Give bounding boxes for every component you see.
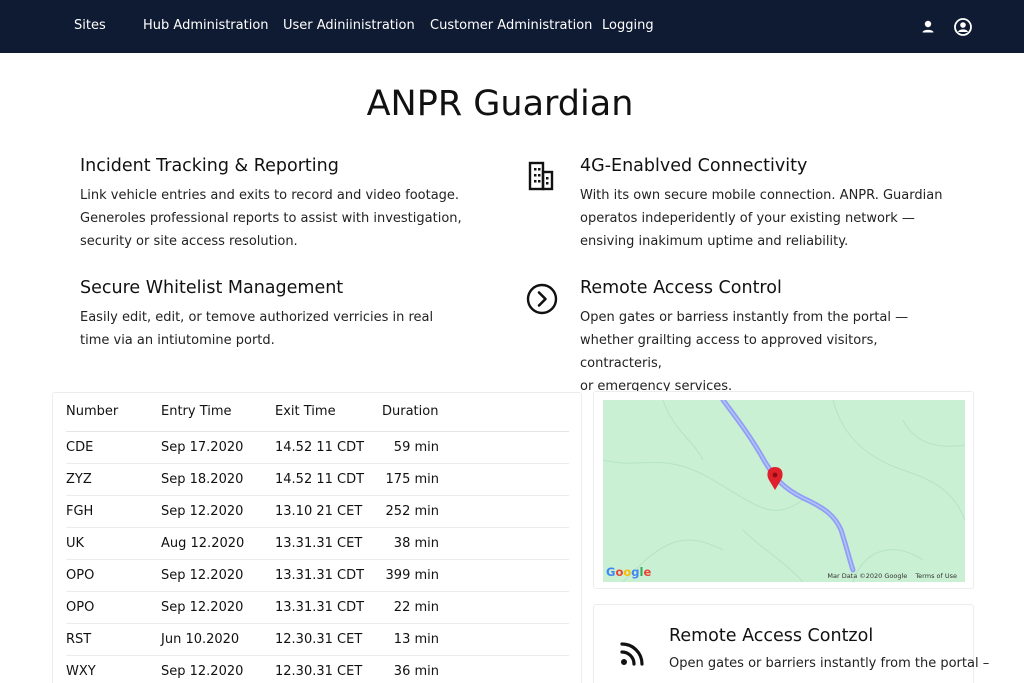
map-terms-link[interactable]: Terms of Use: [915, 572, 957, 580]
cell-number: ZYZ: [66, 472, 92, 487]
table-row[interactable]: CDE Sep 17.2020 14.52 11 CDT 59 min: [66, 432, 569, 464]
feature-remote-access: Remote Access Control Open gates or barr…: [580, 278, 960, 398]
cell-duration: 252 min: [385, 504, 439, 519]
table-row[interactable]: OPO Sep 12.2020 13.31.31 CDT 399 min: [66, 560, 569, 592]
feature-whitelist-management: Secure Whitelist Management Easily edit,…: [80, 278, 450, 352]
feature-line: operatos indeperidently of your existing…: [580, 211, 915, 226]
table-body: CDE Sep 17.2020 14.52 11 CDT 59 min ZYZ …: [66, 432, 569, 683]
cell-duration: 38 min: [393, 536, 439, 551]
column-header-exit-time[interactable]: Exit Time: [275, 404, 336, 419]
cell-entry-time: Sep 12.2020: [161, 568, 244, 583]
chevron-circle-icon: [526, 283, 558, 315]
table-row[interactable]: WXY Sep 12.2020 12.30.31 CET 36 min: [66, 656, 569, 683]
nav-user-administration[interactable]: User Adiniinistration: [283, 18, 415, 33]
cell-exit-time: 13.10 21 CET: [275, 504, 363, 519]
feature-incident-tracking: Incident Tracking & Reporting Link vehic…: [80, 156, 470, 253]
nav-logging[interactable]: Logging: [602, 18, 654, 33]
cell-entry-time: Sep 17.2020: [161, 440, 244, 455]
cell-exit-time: 14.52 11 CDT: [275, 472, 365, 487]
google-logo: Google: [606, 565, 652, 579]
column-header-entry-time[interactable]: Entry Time: [161, 404, 232, 419]
feature-line: security or site access resolution.: [80, 234, 298, 249]
table-row[interactable]: ZYZ Sep 18.2020 14.52 11 CDT 175 min: [66, 464, 569, 496]
cell-exit-time: 13.31.31 CET: [275, 536, 363, 551]
vehicle-log-card: Number Entry Time Exit Time Duration CDE…: [52, 392, 582, 683]
table-row[interactable]: OPO Sep 12.2020 13.31.31 CDT 22 min: [66, 592, 569, 624]
person-icon[interactable]: [918, 17, 938, 37]
cell-exit-time: 12.30.31 CET: [275, 632, 363, 647]
cell-number: WXY: [66, 664, 96, 679]
cell-number: UK: [66, 536, 85, 551]
cell-number: RST: [66, 632, 92, 647]
table-row[interactable]: FGH Sep 12.2020 13.10 21 CET 252 min: [66, 496, 569, 528]
cell-entry-time: Sep 18.2020: [161, 472, 244, 487]
table-row[interactable]: UK Aug 12.2020 13.31.31 CET 38 min: [66, 528, 569, 560]
feature-line: whether grailting access to approved vis…: [580, 333, 878, 371]
feature-line: Generoles professional reports to assist…: [80, 211, 462, 226]
cell-entry-time: Sep 12.2020: [161, 664, 244, 679]
cell-duration: 59 min: [393, 440, 439, 455]
cell-exit-time: 13.31.31 CDT: [275, 600, 365, 615]
cell-exit-time: 14.52 11 CDT: [275, 440, 365, 455]
feature-line: With its own secure mobile connection. A…: [580, 188, 943, 203]
map-card: Google Mar Data ©2020 Google Terms of Use: [593, 391, 974, 589]
feature-description: Link vehicle entries and exits to record…: [80, 184, 470, 253]
feature-line: ensiving inakimum uptime and reliability…: [580, 234, 849, 249]
cell-number: CDE: [66, 440, 94, 455]
nav-sites[interactable]: Sites: [74, 18, 106, 33]
feature-title: Secure Whitelist Management: [80, 278, 344, 298]
column-header-duration[interactable]: Duration: [382, 404, 445, 419]
cell-entry-time: Jun 10.2020: [161, 632, 240, 647]
table-header: Number Entry Time Exit Time Duration: [66, 393, 569, 432]
page-title: ANPR Guardian: [366, 84, 634, 124]
feature-description: Open gates or barriess instantly from th…: [580, 306, 960, 398]
cell-entry-time: Sep 12.2020: [161, 504, 244, 519]
nav-customer-administration[interactable]: Customer Administration: [430, 18, 592, 33]
feature-description: Easily edit, edit, or temove authorized …: [80, 306, 450, 352]
building-icon: [527, 161, 555, 191]
cell-duration: 36 min: [393, 664, 439, 679]
remote-access-card: Remote Access Contzol Open gates or barr…: [593, 604, 989, 683]
remote-card-text: Open gates or barriers instantly from th…: [669, 656, 990, 671]
feature-description: With its own secure mobile connection. A…: [580, 184, 960, 253]
feature-line: Link vehicle entries and exits to record…: [80, 188, 460, 203]
cell-number: FGH: [66, 504, 94, 519]
feature-4g-connectivity: 4G-Enablved Connectivity With its own se…: [580, 156, 960, 253]
vehicle-log-table: Number Entry Time Exit Time Duration CDE…: [66, 393, 569, 683]
column-header-number[interactable]: Number: [66, 404, 118, 419]
top-navbar: Sites Hub Administration User Adiniinist…: [0, 0, 1024, 53]
cell-duration: 399 min: [385, 568, 439, 583]
table-row[interactable]: RST Jun 10.2020 12.30.31 CET 13 min: [66, 624, 569, 656]
map-data-credit: Mar Data ©2020 Google: [827, 572, 908, 580]
account-circle-icon[interactable]: [953, 17, 973, 37]
nav-hub-administration[interactable]: Hub Administration: [143, 18, 269, 33]
cell-exit-time: 13.31.31 CDT: [275, 568, 365, 583]
map-attribution: Mar Data ©2020 Google Terms of Use: [819, 572, 957, 580]
rss-icon: [619, 639, 647, 667]
feature-title: Incident Tracking & Reporting: [80, 156, 339, 176]
feature-title: 4G-Enablved Connectivity: [580, 156, 808, 176]
cell-entry-time: Aug 12.2020: [161, 536, 245, 551]
cell-duration: 175 min: [385, 472, 439, 487]
remote-card-title: Remote Access Contzol: [669, 626, 874, 646]
feature-line: Easily edit, edit, or temove authorized …: [80, 310, 434, 325]
cell-duration: 13 min: [393, 632, 439, 647]
location-map[interactable]: Google Mar Data ©2020 Google Terms of Use: [603, 400, 965, 582]
cell-number: OPO: [66, 600, 95, 615]
cell-exit-time: 12.30.31 CET: [275, 664, 363, 679]
feature-title: Remote Access Control: [580, 278, 782, 298]
cell-entry-time: Sep 12.2020: [161, 600, 244, 615]
feature-line: Open gates or barriess instantly from th…: [580, 310, 909, 325]
cell-number: OPO: [66, 568, 95, 583]
cell-duration: 22 min: [393, 600, 439, 615]
feature-line: time via an intiutomine portd.: [80, 333, 275, 348]
